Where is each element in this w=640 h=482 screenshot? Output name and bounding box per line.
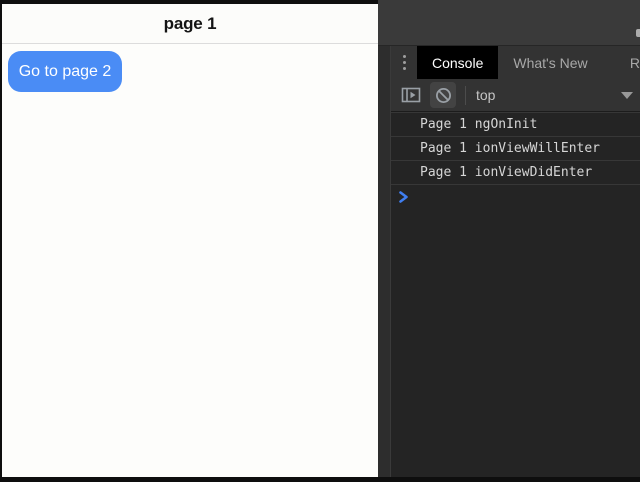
screenshot-root: page 1 Go to page 2 Console What's New R [0, 0, 640, 482]
tab-whats-new[interactable]: What's New [498, 46, 602, 79]
tab-console[interactable]: Console [417, 46, 498, 79]
context-selector-label: top [476, 87, 495, 103]
more-options-button[interactable] [391, 46, 417, 79]
console-sidebar-icon [401, 87, 421, 103]
clear-console-icon [435, 87, 452, 104]
devtools-panel: Console What's New R top [378, 0, 640, 477]
toolbar-separator [465, 86, 466, 105]
tab-clipped[interactable]: R [624, 46, 640, 79]
console-log-area: Page 1 ngOnInit Page 1 ionViewWillEnter … [391, 112, 640, 477]
clear-console-button[interactable] [430, 82, 456, 108]
page-title: page 1 [164, 14, 217, 34]
show-console-sidebar-button[interactable] [398, 82, 424, 108]
devtools-top-area [378, 0, 640, 46]
console-message: Page 1 ionViewDidEnter [391, 161, 640, 185]
app-content: Go to page 2 [2, 44, 378, 99]
page-scrollbar[interactable] [378, 46, 391, 477]
clipped-ui-fragment [636, 29, 640, 37]
console-toolbar: top [391, 79, 640, 112]
console-message: Page 1 ionViewWillEnter [391, 137, 640, 161]
app-header: page 1 [2, 4, 378, 44]
dropdown-arrow-icon[interactable] [621, 92, 633, 99]
kebab-menu-icon [403, 55, 406, 70]
context-selector[interactable]: top [476, 87, 495, 103]
console-prompt[interactable] [391, 185, 640, 209]
app-preview-panel: page 1 Go to page 2 [2, 4, 378, 477]
console-message: Page 1 ngOnInit [391, 113, 640, 137]
go-to-page-2-button[interactable]: Go to page 2 [8, 51, 122, 92]
devtools-tab-bar: Console What's New R [391, 46, 640, 79]
prompt-chevron-icon [398, 191, 409, 203]
